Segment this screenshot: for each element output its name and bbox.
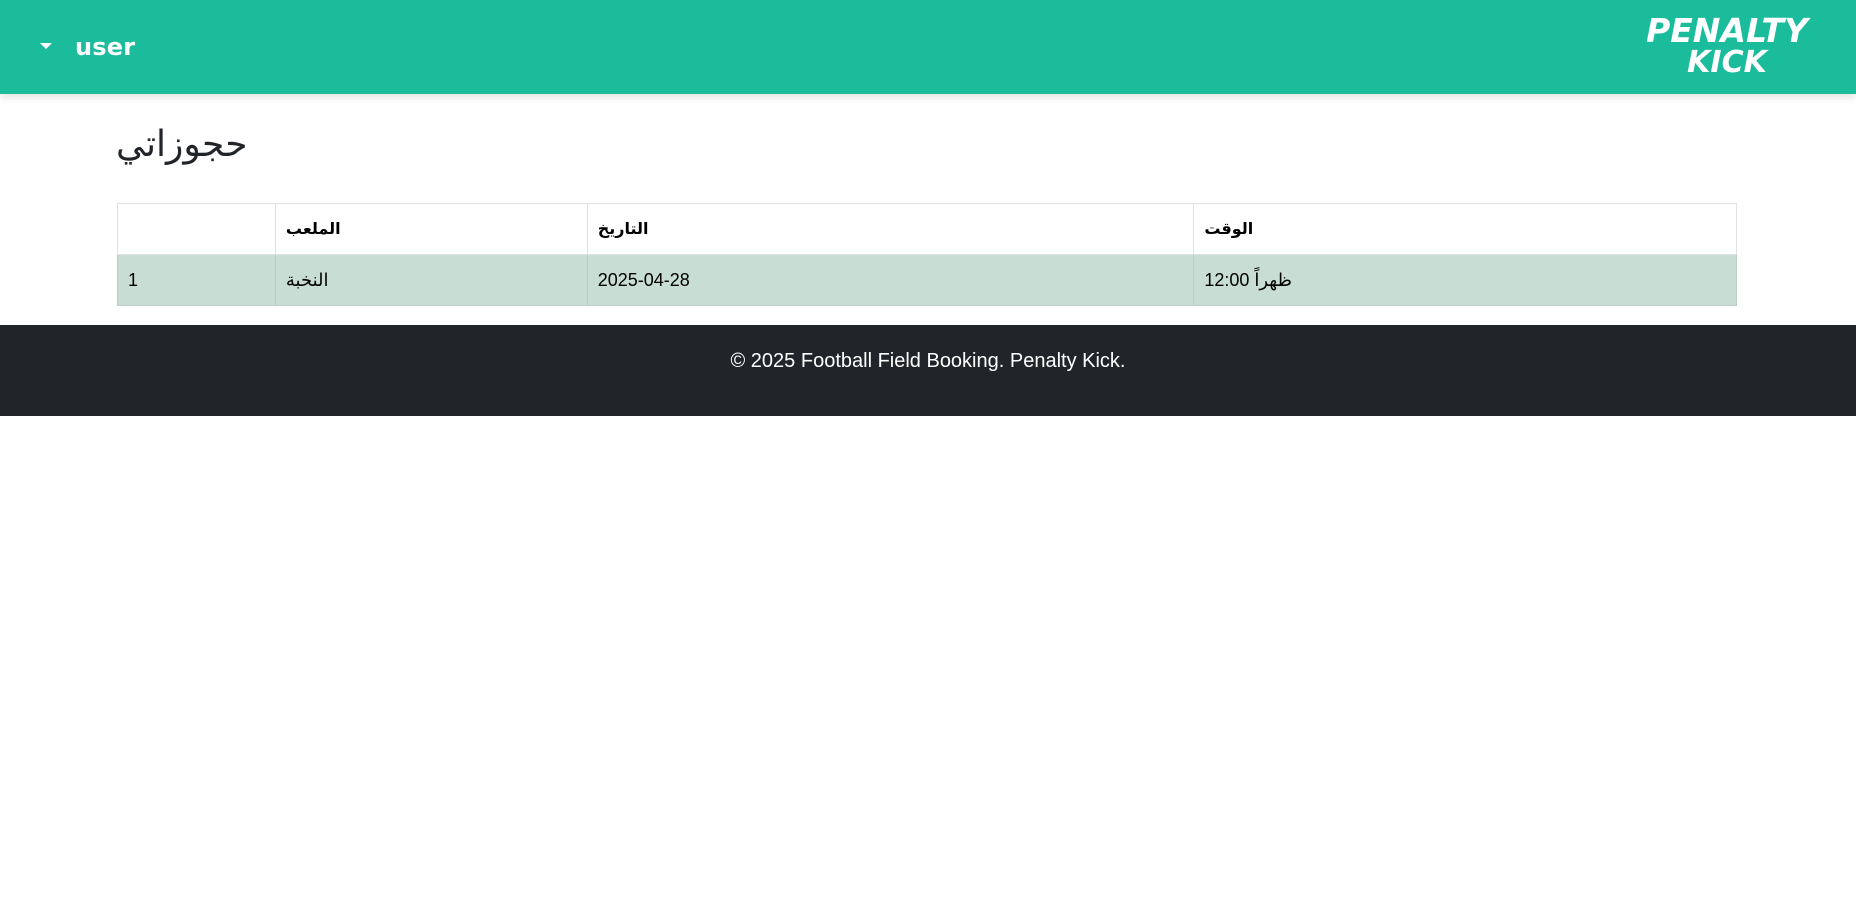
cell-index: 1 — [117, 254, 276, 306]
caret-down-icon[interactable] — [40, 43, 52, 49]
table-header-row: الملعب التاريخ الوقت — [117, 203, 1737, 255]
footer: © 2025 Football Field Booking. Penalty K… — [0, 325, 1856, 416]
cell-time: 12:00 ظهراً — [1193, 254, 1737, 306]
table-row: 1 النخبة 2025-04-28 12:00 ظهراً — [117, 254, 1737, 306]
cell-field: النخبة — [274, 254, 588, 306]
bookings-table: الملعب التاريخ الوقت 1 النخبة 2025-04-28… — [117, 203, 1737, 306]
user-label[interactable]: user — [75, 33, 135, 61]
logo-line-2: KICK — [1687, 45, 1769, 78]
user-dropdown[interactable]: user — [40, 29, 135, 65]
penalty-kick-logo[interactable]: PENALTY KICK — [1632, 14, 1822, 78]
cell-date: 2025-04-28 — [586, 254, 1195, 306]
column-header-index — [117, 203, 276, 255]
footer-copyright: © 2025 Football Field Booking. Penalty K… — [730, 350, 1126, 372]
page-title: حجوزاتي — [116, 124, 248, 165]
top-navbar: user PENALTY KICK — [0, 0, 1856, 94]
column-header-field: الملعب — [274, 203, 588, 255]
column-header-time: الوقت — [1193, 203, 1737, 255]
column-header-date: التاريخ — [586, 203, 1195, 255]
